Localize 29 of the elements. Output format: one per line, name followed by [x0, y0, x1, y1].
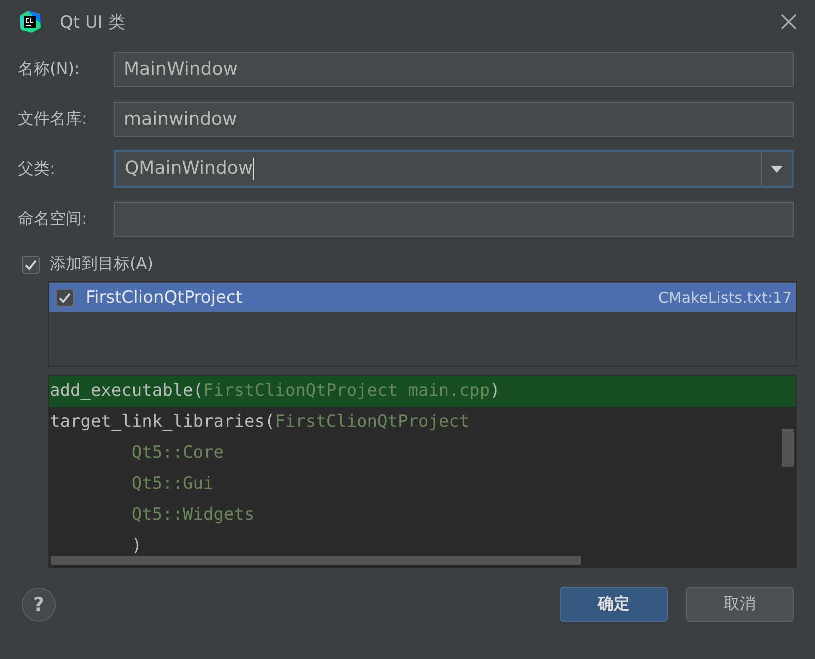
checkbox-label: 添加到目标(A)	[50, 254, 154, 275]
input-field[interactable]: MainWindow	[114, 52, 794, 86]
vertical-scrollbar[interactable]	[782, 429, 794, 467]
field-label: 命名空间:	[18, 208, 88, 230]
target-location: CMakeLists.txt:17	[658, 288, 792, 306]
code-line: Qt5::Widgets	[130, 505, 255, 525]
dropdown-arrow-icon[interactable]	[771, 166, 783, 172]
code-line: target_link_libraries(FirstClionQtProject	[50, 412, 470, 432]
target-name: FirstClionQtProject	[86, 288, 244, 308]
app-logo-icon	[18, 10, 42, 34]
code-line: add_executable(FirstClionQtProject main.cpp)	[50, 381, 500, 401]
field-label: 父类:	[18, 158, 56, 180]
help-button[interactable]: ?	[22, 588, 56, 622]
code-line: Qt5::Gui	[130, 474, 214, 494]
window-title: Qt UI 类	[60, 12, 126, 34]
code-line: Qt5::Core	[130, 443, 224, 463]
checkbox[interactable]	[22, 256, 40, 274]
input-field[interactable]: mainwindow	[114, 102, 794, 136]
field-label: 名称(N):	[18, 58, 81, 80]
code-line: )	[130, 536, 142, 556]
close-icon[interactable]	[781, 14, 797, 30]
cancel-button[interactable]: 取消	[686, 587, 794, 622]
class-dropdown[interactable]: QMainWindow	[114, 150, 794, 188]
target-item[interactable]: FirstClionQtProject CMakeLists.txt:17	[49, 283, 796, 312]
input-field[interactable]	[114, 202, 794, 236]
checkbox[interactable]	[56, 288, 74, 306]
field-label: 文件名库:	[18, 108, 88, 130]
ok-button[interactable]: 确定	[560, 587, 668, 622]
horizontal-scrollbar[interactable]	[51, 556, 581, 565]
